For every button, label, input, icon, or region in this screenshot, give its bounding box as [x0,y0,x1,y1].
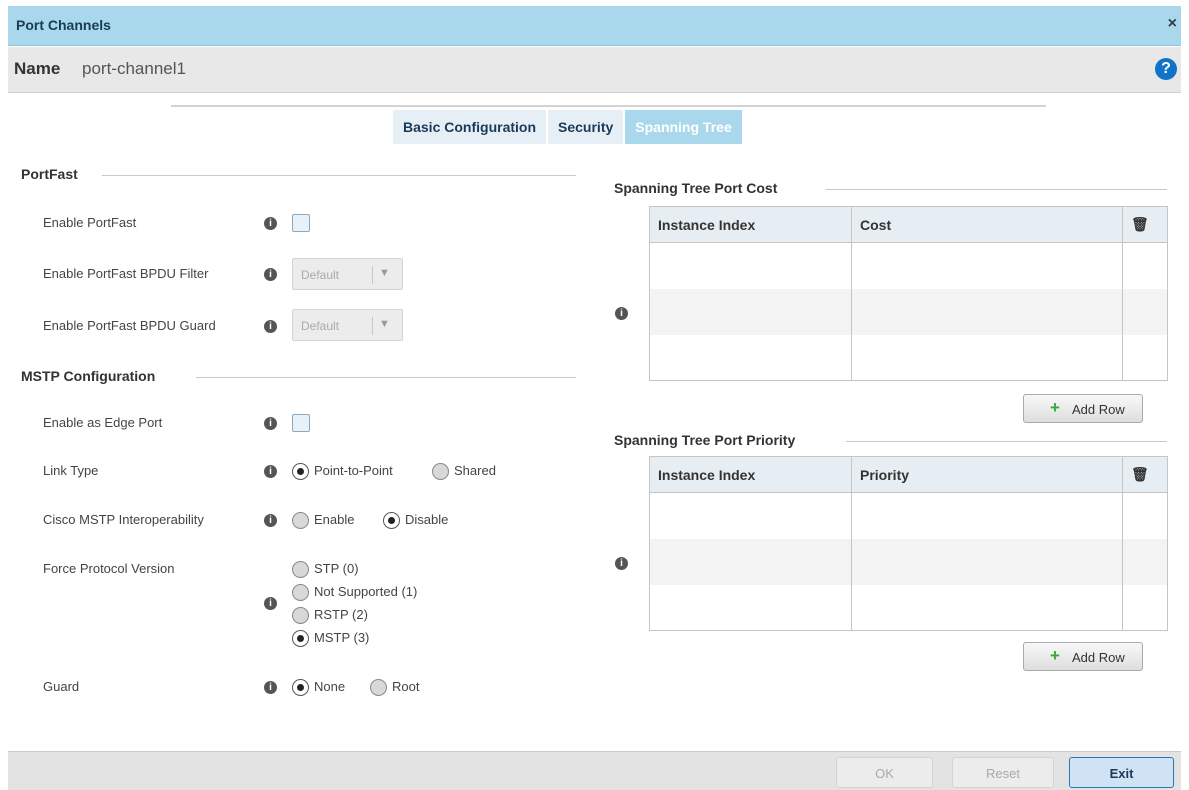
force-not-supported-radio[interactable] [292,584,309,601]
force-stp-radio[interactable] [292,561,309,578]
dialog-footer: OK Reset Exit [8,751,1181,790]
bpdu-guard-select[interactable]: Default ▼ [292,309,403,341]
ok-button[interactable]: OK [836,757,933,788]
tab-basic-configuration[interactable]: Basic Configuration [393,110,549,144]
table-row [649,334,1168,381]
column-header-instance-index[interactable]: Instance Index [649,206,852,243]
column-header-priority[interactable]: Priority [851,456,1123,493]
guard-root-label: Root [392,679,420,694]
cisco-disable-radio[interactable] [383,512,400,529]
cisco-mstp-label: Cisco MSTP Interoperability [43,512,204,527]
force-rstp-radio[interactable] [292,607,309,624]
link-type-shared-radio[interactable] [432,463,449,480]
trash-icon[interactable]: 🗑 [1122,456,1168,493]
cisco-enable-label: Enable [314,512,355,527]
tab-spanning-tree[interactable]: Spanning Tree [625,110,744,144]
guard-label: Guard [43,679,80,694]
table-row [649,288,1168,335]
port-cost-table: Instance Index Cost 🗑 [649,206,1168,381]
force-stp-label: STP (0) [314,561,359,576]
link-type-point-to-point-radio[interactable] [292,463,309,480]
info-icon[interactable]: i [264,217,277,230]
edge-port-checkbox[interactable] [292,414,310,432]
reset-button[interactable]: Reset [952,757,1054,788]
info-icon[interactable]: i [264,268,277,281]
plus-icon: + [1050,398,1060,417]
info-icon[interactable]: i [264,465,277,478]
force-not-supported-label: Not Supported (1) [314,584,418,599]
add-row-button[interactable]: + Add Row [1023,394,1143,423]
mstp-divider [196,377,576,378]
tab-security[interactable]: Security [548,110,626,144]
info-icon[interactable]: i [264,681,277,694]
port-priority-divider [846,441,1167,442]
link-type-label: Link Type [43,463,99,478]
cisco-disable-label: Disable [405,512,449,527]
port-cost-section-title: Spanning Tree Port Cost [614,180,778,196]
add-row-label: Add Row [1072,402,1125,417]
tab-divider [171,105,1046,107]
info-icon[interactable]: i [264,514,277,527]
bpdu-guard-label: Enable PortFast BPDU Guard [43,318,216,333]
link-type-shared-label: Shared [454,463,496,478]
link-type-point-to-point-label: Point-to-Point [314,463,393,478]
exit-button[interactable]: Exit [1069,757,1174,788]
bpdu-filter-value: Default [301,268,340,282]
table-row [649,584,1168,631]
name-value: port-channel1 [82,59,186,78]
guard-root-radio[interactable] [370,679,387,696]
port-cost-divider [826,189,1167,190]
select-separator [372,266,373,284]
help-icon[interactable]: ? [1155,58,1177,80]
trash-icon[interactable]: 🗑 [1122,206,1168,243]
force-mstp-label: MSTP (3) [314,630,370,645]
cisco-enable-radio[interactable] [292,512,309,529]
add-row-label: Add Row [1072,650,1125,665]
info-icon[interactable]: i [615,557,628,570]
mstp-section-title: MSTP Configuration [21,368,156,384]
chevron-down-icon: ▼ [379,267,390,279]
info-icon[interactable]: i [264,417,277,430]
name-label: Name [14,59,61,78]
chevron-down-icon: ▼ [379,318,390,330]
plus-icon: + [1050,646,1060,665]
column-header-cost[interactable]: Cost [851,206,1123,243]
dialog-titlebar: Port Channels × [8,6,1181,46]
guard-none-radio[interactable] [292,679,309,696]
force-rstp-label: RSTP (2) [314,607,368,622]
tab-bar: Basic Configuration Security Spanning Tr… [393,110,744,144]
force-protocol-label: Force Protocol Version [43,561,175,576]
enable-portfast-label: Enable PortFast [43,215,137,230]
table-row [649,538,1168,585]
port-priority-section-title: Spanning Tree Port Priority [614,432,796,448]
portfast-divider [102,175,576,176]
table-row [649,242,1168,289]
bpdu-filter-label: Enable PortFast BPDU Filter [43,266,209,281]
bpdu-filter-select[interactable]: Default ▼ [292,258,403,290]
dialog-title: Port Channels [16,17,111,33]
table-row [649,492,1168,539]
portfast-section-title: PortFast [21,166,78,182]
edge-port-label: Enable as Edge Port [43,415,163,430]
port-priority-table: Instance Index Priority 🗑 [649,456,1168,631]
select-separator [372,317,373,335]
guard-none-label: None [314,679,346,694]
force-mstp-radio[interactable] [292,630,309,647]
close-icon[interactable]: × [1168,15,1177,33]
info-icon[interactable]: i [264,320,277,333]
name-bar: Name port-channel1 ? [8,47,1181,93]
info-icon[interactable]: i [264,597,277,610]
bpdu-guard-value: Default [301,319,340,333]
info-icon[interactable]: i [615,307,628,320]
column-header-instance-index[interactable]: Instance Index [649,456,852,493]
add-row-button[interactable]: + Add Row [1023,642,1143,671]
enable-portfast-checkbox[interactable] [292,214,310,232]
